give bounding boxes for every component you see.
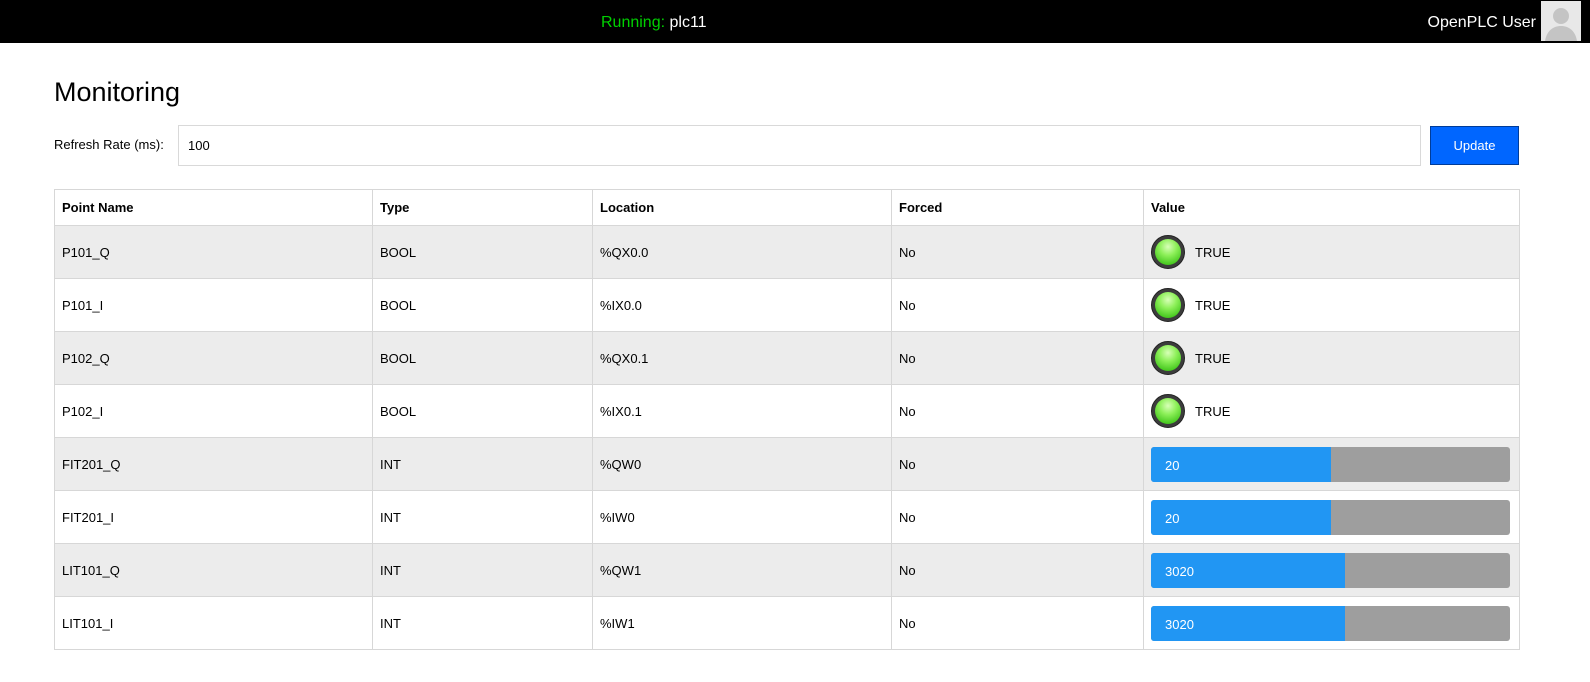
point-type: BOOL (372, 225, 593, 279)
green-led-icon (1151, 341, 1185, 375)
green-led-icon (1151, 235, 1185, 269)
monitoring-table: Point Name Type Location Forced Value P1… (54, 189, 1520, 650)
point-forced: No (891, 225, 1144, 279)
point-location: %IX0.0 (592, 278, 892, 332)
program-name: plc11 (669, 14, 707, 31)
value-bar: 20 (1151, 499, 1510, 535)
plc-status: Running: plc11 (601, 13, 707, 33)
point-value: TRUE (1195, 350, 1231, 366)
header-value: Value (1143, 189, 1520, 226)
point-forced: No (891, 331, 1144, 385)
point-value-cell: TRUE (1143, 278, 1520, 332)
point-name: P102_I (54, 384, 373, 438)
point-name: FIT201_I (54, 490, 373, 544)
point-value: TRUE (1195, 403, 1231, 419)
table-row[interactable]: P101_Q BOOL %QX0.0 No TRUE (54, 225, 1520, 279)
point-type: BOOL (372, 331, 593, 385)
point-type: INT (372, 437, 593, 491)
point-value-cell: 20 (1143, 490, 1520, 544)
point-value-cell: 20 (1143, 437, 1520, 491)
user-avatar-icon[interactable] (1541, 1, 1581, 41)
point-name: P101_I (54, 278, 373, 332)
point-value-cell: 3020 (1143, 596, 1520, 650)
point-name: LIT101_Q (54, 543, 373, 597)
table-row[interactable]: LIT101_Q INT %QW1 No 3020 (54, 543, 1520, 597)
user-name[interactable]: OpenPLC User (1428, 13, 1537, 33)
table-row[interactable]: FIT201_Q INT %QW0 No 20 (54, 437, 1520, 491)
value-bar: 3020 (1151, 605, 1510, 641)
table-row[interactable]: P102_I BOOL %IX0.1 No TRUE (54, 384, 1520, 438)
point-forced: No (891, 278, 1144, 332)
point-name: P102_Q (54, 331, 373, 385)
green-led-icon (1151, 288, 1185, 322)
point-value: TRUE (1195, 297, 1231, 313)
point-location: %IX0.1 (592, 384, 892, 438)
point-value: 3020 (1165, 563, 1194, 579)
point-forced: No (891, 596, 1144, 650)
point-forced: No (891, 543, 1144, 597)
point-location: %QW1 (592, 543, 892, 597)
point-value: 3020 (1165, 616, 1194, 632)
value-bar: 20 (1151, 446, 1510, 482)
header-location: Location (592, 189, 892, 226)
point-value: 20 (1165, 457, 1180, 473)
point-value: TRUE (1195, 244, 1231, 260)
green-led-icon (1151, 394, 1185, 428)
top-bar: Running: plc11 OpenPLC User (0, 0, 1590, 43)
refresh-rate-label: Refresh Rate (ms): (54, 137, 164, 152)
point-location: %QW0 (592, 437, 892, 491)
point-value-cell: TRUE (1143, 225, 1520, 279)
point-name: FIT201_Q (54, 437, 373, 491)
point-type: INT (372, 543, 593, 597)
point-value-cell: 3020 (1143, 543, 1520, 597)
point-name: LIT101_I (54, 596, 373, 650)
point-value: 20 (1165, 510, 1180, 526)
point-value-cell: TRUE (1143, 384, 1520, 438)
header-forced: Forced (891, 189, 1144, 226)
table-row[interactable]: FIT201_I INT %IW0 No 20 (54, 490, 1520, 544)
page-title: Monitoring (54, 77, 181, 107)
table-row[interactable]: P102_Q BOOL %QX0.1 No TRUE (54, 331, 1520, 385)
header-type: Type (372, 189, 593, 226)
point-forced: No (891, 490, 1144, 544)
table-header-row: Point Name Type Location Forced Value (54, 189, 1520, 226)
value-bar: 3020 (1151, 552, 1510, 588)
refresh-rate-input[interactable] (178, 125, 1421, 166)
point-location: %IW0 (592, 490, 892, 544)
point-location: %QX0.0 (592, 225, 892, 279)
point-name: P101_Q (54, 225, 373, 279)
point-location: %IW1 (592, 596, 892, 650)
table-row[interactable]: P101_I BOOL %IX0.0 No TRUE (54, 278, 1520, 332)
update-button[interactable]: Update (1430, 126, 1519, 165)
point-forced: No (891, 437, 1144, 491)
point-type: INT (372, 490, 593, 544)
header-point-name: Point Name (54, 189, 373, 226)
point-type: INT (372, 596, 593, 650)
point-location: %QX0.1 (592, 331, 892, 385)
point-type: BOOL (372, 384, 593, 438)
status-label: Running: (601, 14, 666, 31)
table-row[interactable]: LIT101_I INT %IW1 No 3020 (54, 596, 1520, 650)
point-value-cell: TRUE (1143, 331, 1520, 385)
point-type: BOOL (372, 278, 593, 332)
point-forced: No (891, 384, 1144, 438)
